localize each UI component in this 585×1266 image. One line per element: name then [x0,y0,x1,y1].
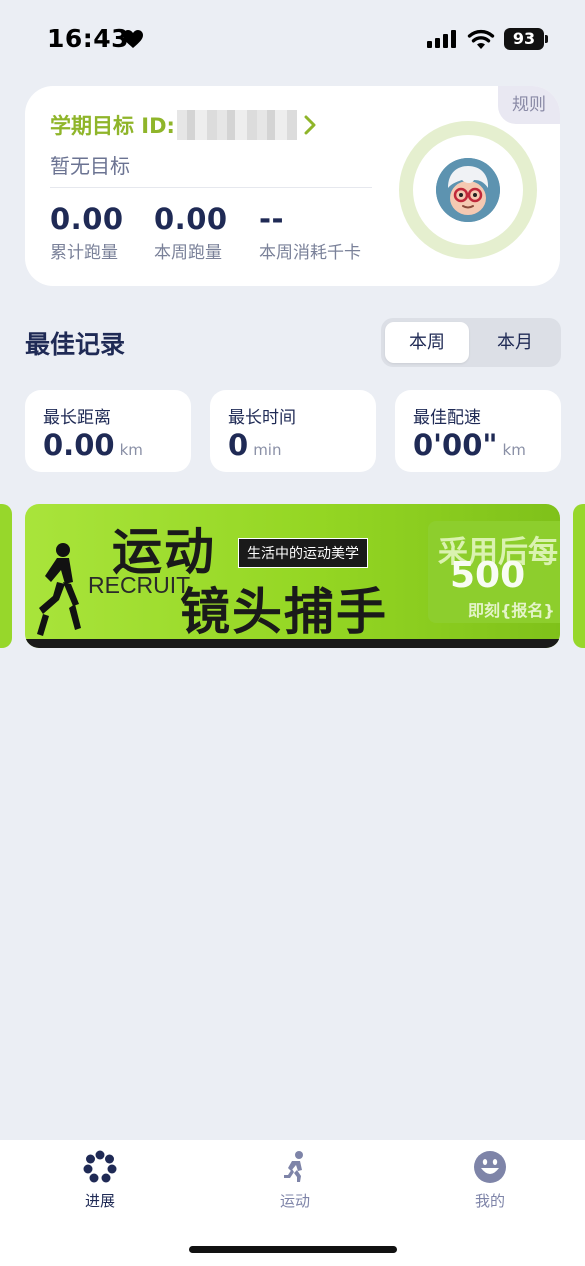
record-value: 0.00 [43,428,115,462]
banner-title-line2: 镜头捕手 [180,583,388,641]
stat-week-distance: 0.00 本周跑量 [154,202,228,263]
goal-title-row[interactable]: 学期目标 ID: [50,110,317,140]
goal-card[interactable]: 学期目标 ID: 暂无目标 0.00 累计跑量 0.00 本周跑量 -- 本周消… [25,86,560,286]
record-unit: km [119,441,143,459]
toggle-week[interactable]: 本周 [385,322,469,363]
record-card-best-pace[interactable]: 最佳配速 0'00" km [395,390,561,472]
record-label: 最佳配速 [413,408,481,428]
runner-icon [284,1151,303,1182]
record-value-row: 0.00 km [43,428,143,462]
divider [50,187,372,188]
record-unit: min [253,441,282,459]
rules-button[interactable]: 规则 [498,86,560,124]
progress-icon [83,1150,117,1183]
record-value-row: 0'00" km [413,428,526,462]
tab-label: 进展 [84,1192,115,1210]
stat-value: 0.00 [50,202,124,236]
banner-subtitle: 生活中的运动美学 [238,538,368,568]
tab-label: 运动 [279,1192,310,1210]
record-card-longest-distance[interactable]: 最长距离 0.00 km [25,390,191,472]
record-label: 最长时间 [228,408,296,428]
stat-label: 本周消耗千卡 [259,243,361,263]
tab-progress[interactable]: 进展 [40,1150,160,1211]
record-unit: km [502,441,526,459]
best-record-title: 最佳记录 [25,330,126,359]
status-bar: 16:43 93 [0,0,585,78]
record-value: 0 [228,428,249,462]
period-toggle[interactable]: 本周 本月 [381,318,561,367]
tab-label: 我的 [474,1192,505,1210]
smiley-icon [474,1151,506,1183]
banner-next-peek[interactable] [573,504,585,648]
battery-indicator: 93 [504,28,544,50]
stat-label: 本周跑量 [154,243,222,263]
heart-icon [123,30,143,48]
banner-prev-peek[interactable] [0,504,12,648]
chevron-right-icon [304,115,316,135]
toggle-month[interactable]: 本月 [473,322,557,363]
banner-reward-box: 采用后每 500 即刻{报名} [428,521,560,623]
stat-total-distance: 0.00 累计跑量 [50,202,124,263]
banner-reward-line3: 即刻{报名} [468,601,555,620]
banner-footer-strip [25,639,560,648]
stat-value: 0.00 [154,202,228,236]
record-value: 0'00" [413,428,498,462]
record-value-row: 0 min [228,428,281,462]
stat-week-calories: -- 本周消耗千卡 [259,202,361,263]
cellular-signal-icon [427,30,456,48]
status-time: 16:43 [47,24,130,53]
wifi-icon [467,29,495,49]
battery-nub [545,35,548,43]
record-label: 最长距离 [43,408,111,428]
record-card-longest-time[interactable]: 最长时间 0 min [210,390,376,472]
tab-sport[interactable]: 运动 [235,1150,355,1211]
avatar-face-icon [436,158,500,222]
tab-mine[interactable]: 我的 [430,1150,550,1211]
runner-silhouette-icon [37,543,81,636]
goal-title: 学期目标 ID: [50,114,175,138]
banner-reward-line2: 500 [450,555,526,596]
banner-recruit: RECRUIT [88,572,191,598]
stat-value: -- [259,202,285,236]
home-indicator [189,1246,397,1253]
blurred-id [176,110,297,140]
stat-label: 累计跑量 [50,243,118,263]
avatar[interactable] [436,158,500,222]
promo-banner[interactable]: 运动 生活中的运动美学 RECRUIT 镜头捕手 采用后每 500 即刻{报名} [25,504,560,648]
no-goal-text: 暂无目标 [50,154,130,178]
